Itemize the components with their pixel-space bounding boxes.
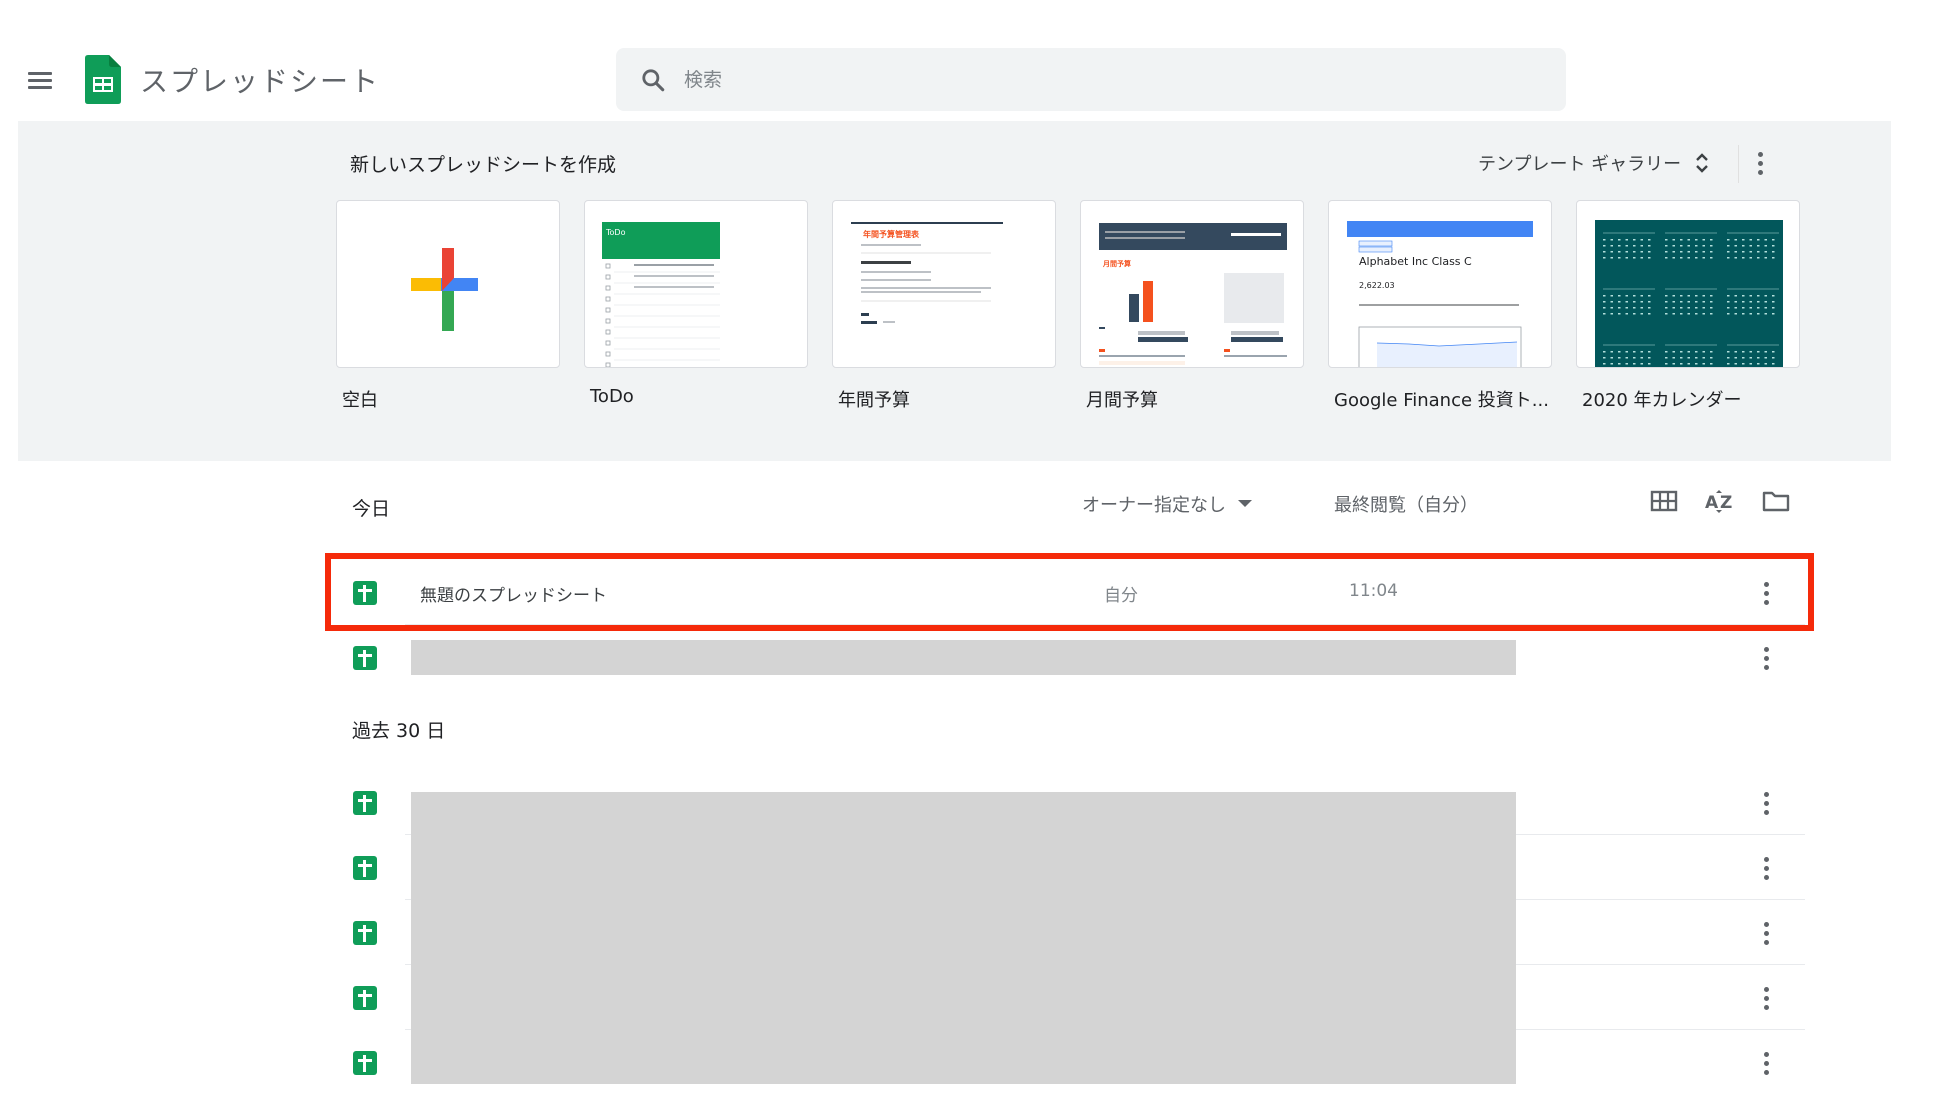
annual-budget-preview: [861, 244, 991, 324]
search-input[interactable]: [684, 68, 1504, 91]
template-gallery-button[interactable]: テンプレート ギャラリー: [1478, 150, 1711, 176]
section-title-past-30-days: 過去 30 日: [352, 720, 446, 742]
section-title-today: 今日: [352, 498, 391, 520]
more-vert-icon[interactable]: [1756, 983, 1776, 1013]
file-name: 無題のスプレッドシート: [420, 586, 607, 606]
template-label[interactable]: 年間予算: [838, 386, 910, 412]
template-label[interactable]: Google Finance 投資ト...: [1334, 386, 1549, 412]
redacted-region: [411, 640, 1516, 675]
todo-preview: [605, 263, 720, 367]
preview-title: Alphabet Inc Class C: [1359, 255, 1472, 268]
app-title: スプレッドシート: [140, 65, 381, 98]
dropdown-arrow-icon: [1238, 500, 1252, 507]
more-vert-icon[interactable]: [1756, 643, 1776, 673]
file-last-viewed: 11:04: [1349, 581, 1398, 601]
template-label[interactable]: 2020 年カレンダー: [1582, 386, 1742, 412]
sheets-file-icon: [353, 856, 377, 880]
more-vert-icon[interactable]: [1756, 918, 1776, 948]
preview-title: 年間予算管理表: [863, 230, 919, 239]
monthly-budget-preview: [1099, 223, 1287, 365]
sheets-file-icon: [353, 1051, 377, 1075]
sheets-file-icon: [353, 986, 377, 1010]
template-card-monthly-budget[interactable]: 月間予算: [1080, 200, 1304, 368]
template-card-blank[interactable]: [336, 200, 560, 368]
template-card-annual-budget[interactable]: 年間予算管理表: [832, 200, 1056, 368]
search-bar[interactable]: [616, 48, 1566, 111]
calendar-preview: [1595, 220, 1783, 367]
template-gallery-label: テンプレート ギャラリー: [1478, 154, 1682, 175]
last-viewed-sort[interactable]: 最終閲覧（自分）: [1334, 491, 1478, 517]
template-label[interactable]: ToDo: [590, 386, 634, 407]
more-vert-icon[interactable]: [1756, 853, 1776, 883]
sheets-file-icon: [353, 581, 377, 605]
redacted-region: [411, 792, 1516, 1084]
more-vert-icon[interactable]: [1756, 578, 1776, 608]
template-card-todo[interactable]: ToDo: [584, 200, 808, 368]
template-section-title: 新しいスプレッドシートを作成: [350, 154, 617, 176]
sort-az-icon[interactable]: A Z: [1705, 489, 1735, 513]
more-vert-icon[interactable]: [1756, 788, 1776, 818]
grid-view-icon[interactable]: [1650, 489, 1678, 513]
more-vert-icon[interactable]: [1748, 148, 1772, 178]
owner-filter-dropdown[interactable]: オーナー指定なし: [1082, 491, 1252, 517]
unfold-more-icon: [1696, 153, 1709, 173]
template-card-google-finance[interactable]: Alphabet Inc Class C 2,622.03: [1328, 200, 1552, 368]
file-owner: 自分: [1104, 586, 1138, 606]
owner-filter-label: オーナー指定なし: [1082, 495, 1226, 516]
search-icon[interactable]: [640, 67, 666, 93]
template-label[interactable]: 月間予算: [1086, 386, 1158, 412]
preview-title: 月間予算: [1103, 260, 1131, 268]
sheets-file-icon: [353, 921, 377, 945]
preview-title: ToDo: [606, 228, 626, 237]
sheets-file-icon: [353, 791, 377, 815]
more-vert-icon[interactable]: [1756, 1048, 1776, 1078]
google-sheets-logo-icon[interactable]: [85, 55, 121, 104]
preview-value: 2,622.03: [1359, 281, 1395, 290]
template-label[interactable]: 空白: [342, 386, 378, 412]
hamburger-menu-icon[interactable]: [26, 68, 54, 92]
template-card-calendar[interactable]: [1576, 200, 1800, 368]
folder-icon[interactable]: [1762, 489, 1790, 513]
plus-icon: [411, 248, 478, 331]
sheets-file-icon: [353, 646, 377, 670]
divider: [1738, 145, 1739, 183]
file-row[interactable]: 無題のスプレッドシート 自分 11:04: [340, 560, 1805, 625]
